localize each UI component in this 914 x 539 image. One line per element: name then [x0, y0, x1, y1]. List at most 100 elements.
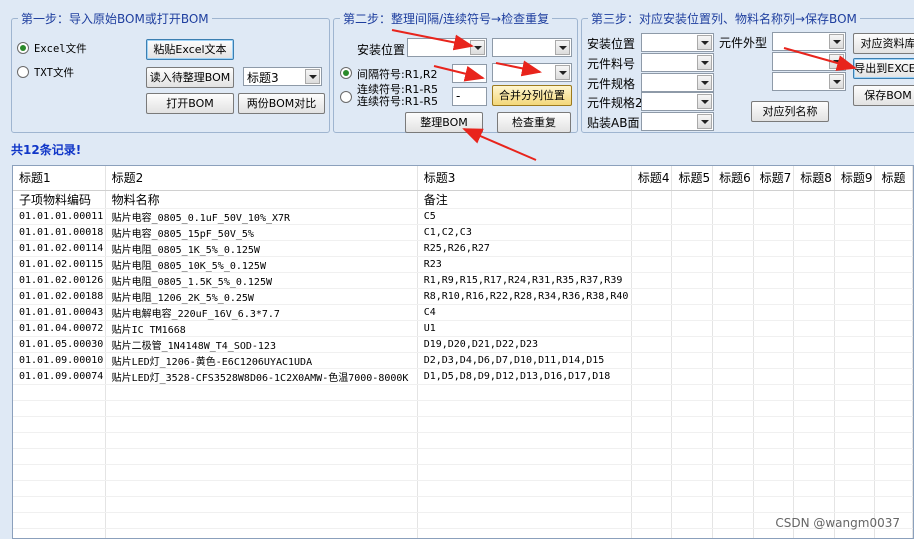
table-cell: [793, 384, 835, 401]
table-cell: [105, 512, 418, 529]
table-row[interactable]: 01.01.02.00126 贴片电阻_0805_1.5K_5%_0.125W R1…: [13, 272, 913, 289]
table-cell: [753, 432, 795, 449]
table-cell: [712, 320, 754, 337]
table-cell: [753, 464, 795, 481]
step3-install-pos-select[interactable]: [641, 33, 714, 52]
title-select[interactable]: 标题3: [243, 67, 322, 86]
table-cell: [834, 448, 876, 465]
table-cell: 物料名称: [105, 190, 418, 209]
footprint-select[interactable]: [772, 32, 846, 51]
table-cell: [631, 256, 673, 273]
interval-radio[interactable]: [340, 67, 352, 79]
spec-select[interactable]: [641, 73, 714, 92]
interval-select[interactable]: [492, 63, 572, 82]
chevron-down-icon: [470, 40, 485, 55]
read-bom-button[interactable]: 读入待整理BOM: [146, 67, 234, 88]
column-header[interactable]: 标题6: [712, 166, 754, 191]
table-cell: D2,D3,D4,D6,D7,D10,D11,D14,D15: [417, 352, 632, 369]
table-row[interactable]: 01.01.05.00030 贴片二极管_1N4148W_T4_SOD-123 D1…: [13, 336, 913, 353]
table-cell: [671, 400, 714, 417]
excel-radio[interactable]: [17, 42, 29, 54]
table-subheader-row[interactable]: 子项物料编码 物料名称 备注: [13, 190, 913, 209]
footprint-select-2[interactable]: [772, 52, 846, 71]
organize-bom-button[interactable]: 整理BOM: [405, 112, 483, 133]
column-header[interactable]: 标题4: [631, 166, 673, 191]
table-cell: [753, 368, 795, 385]
table-cell: [671, 432, 714, 449]
table-cell: [13, 384, 106, 401]
save-bom-button[interactable]: 保存BOM: [853, 85, 914, 106]
table-cell: U1: [417, 320, 632, 337]
table-row[interactable]: 01.01.01.00043 贴片电解电容_220uF_16V_6.3*7.7 C4: [13, 304, 913, 321]
table-cell: [631, 464, 673, 481]
step2-install-pos-select[interactable]: [407, 38, 487, 57]
empty-row: [13, 416, 913, 433]
part-no-select[interactable]: [641, 53, 714, 72]
column-header[interactable]: 标题3: [417, 166, 632, 191]
bom-table[interactable]: 标题1 标题2 标题3 标题4 标题5 标题6 标题7 标题8 标题9 标题 子…: [12, 165, 914, 539]
table-cell: [834, 240, 876, 257]
table-row[interactable]: 01.01.01.00018 贴片电容_0805_15pF_50V_5% C1,C2…: [13, 224, 913, 241]
table-cell: [631, 320, 673, 337]
column-header[interactable]: 标题9: [834, 166, 876, 191]
open-bom-button[interactable]: 打开BOM: [146, 93, 234, 114]
merge-split-button[interactable]: 合并分列位置: [492, 85, 572, 106]
table-row[interactable]: 01.01.01.00011 贴片电容_0805_0.1uF_50V_10%_X7…: [13, 208, 913, 225]
table-cell: [874, 240, 913, 257]
export-excel-button[interactable]: 导出到EXCEL: [853, 58, 914, 79]
table-cell: [712, 480, 754, 497]
table-cell: [874, 400, 913, 417]
table-cell: [712, 352, 754, 369]
ab-side-select[interactable]: [641, 112, 714, 131]
column-header[interactable]: 标题: [874, 166, 913, 191]
table-cell: [874, 416, 913, 433]
table-cell: [793, 480, 835, 497]
table-cell: [105, 464, 418, 481]
table-cell: [105, 384, 418, 401]
table-cell: C5: [417, 208, 632, 225]
table-cell: [631, 528, 673, 538]
table-cell: [671, 496, 714, 513]
table-row[interactable]: 01.01.02.00115 贴片电阻_0805_10K_5%_0.125W R23: [13, 256, 913, 273]
table-cell: 01.01.01.00011: [13, 208, 106, 225]
table-cell: [712, 368, 754, 385]
excel-radio-label: Excel文件: [34, 43, 87, 55]
continuous-radio[interactable]: [340, 91, 352, 103]
table-row[interactable]: 01.01.09.00074 贴片LED灯_3528-CFS3528W8D06-1…: [13, 368, 913, 385]
table-cell: [834, 368, 876, 385]
chevron-down-icon: [697, 94, 712, 109]
paste-excel-button[interactable]: 粘贴Excel文本: [146, 39, 234, 60]
txt-radio[interactable]: [17, 66, 29, 78]
table-cell: [793, 368, 835, 385]
table-cell: [105, 480, 418, 497]
empty-row: [13, 496, 913, 513]
interval-input[interactable]: [452, 64, 487, 83]
column-header[interactable]: 标题7: [753, 166, 795, 191]
continuous-label-2: 连续符号:R1-R5: [357, 95, 438, 108]
column-header[interactable]: 标题2: [105, 166, 418, 191]
spec2-select[interactable]: [641, 92, 714, 111]
match-column-name-button[interactable]: 对应列名称: [751, 101, 829, 122]
table-cell: [671, 288, 714, 305]
table-row[interactable]: 01.01.04.00072 贴片IC TM1668 U1: [13, 320, 913, 337]
part-no-label: 元件料号: [587, 57, 636, 71]
check-duplicate-button[interactable]: 检查重复: [497, 112, 571, 133]
column-header[interactable]: 标题8: [793, 166, 835, 191]
table-cell: [671, 240, 714, 257]
table-cell: [631, 416, 673, 433]
column-header[interactable]: 标题5: [671, 166, 714, 191]
table-cell: 贴片电容_0805_0.1uF_50V_10%_X7R: [105, 208, 418, 225]
table-row[interactable]: 01.01.09.00010 贴片LED灯_1206-黄色-E6C1206UYAC…: [13, 352, 913, 369]
table-row[interactable]: 01.01.02.00114 贴片电阻_0805_1K_5%_0.125W R25,…: [13, 240, 913, 257]
table-row[interactable]: 01.01.02.00188 贴片电阻_1206_2K_5%_0.25W R8,R1…: [13, 288, 913, 305]
txt-radio-label: TXT文件: [34, 67, 74, 79]
table-cell: 贴片LED灯_3528-CFS3528W8D06-1C2X0AMW-色温7000…: [105, 368, 418, 385]
match-library-button[interactable]: 对应资料库: [853, 33, 914, 54]
footprint-select-3[interactable]: [772, 72, 846, 91]
step2-install-pos-select-2[interactable]: [492, 38, 572, 57]
compare-bom-button[interactable]: 两份BOM对比: [238, 93, 325, 114]
column-header[interactable]: 标题1: [13, 166, 106, 191]
table-cell: [631, 384, 673, 401]
continuous-input[interactable]: -: [452, 87, 487, 106]
table-cell: [793, 464, 835, 481]
